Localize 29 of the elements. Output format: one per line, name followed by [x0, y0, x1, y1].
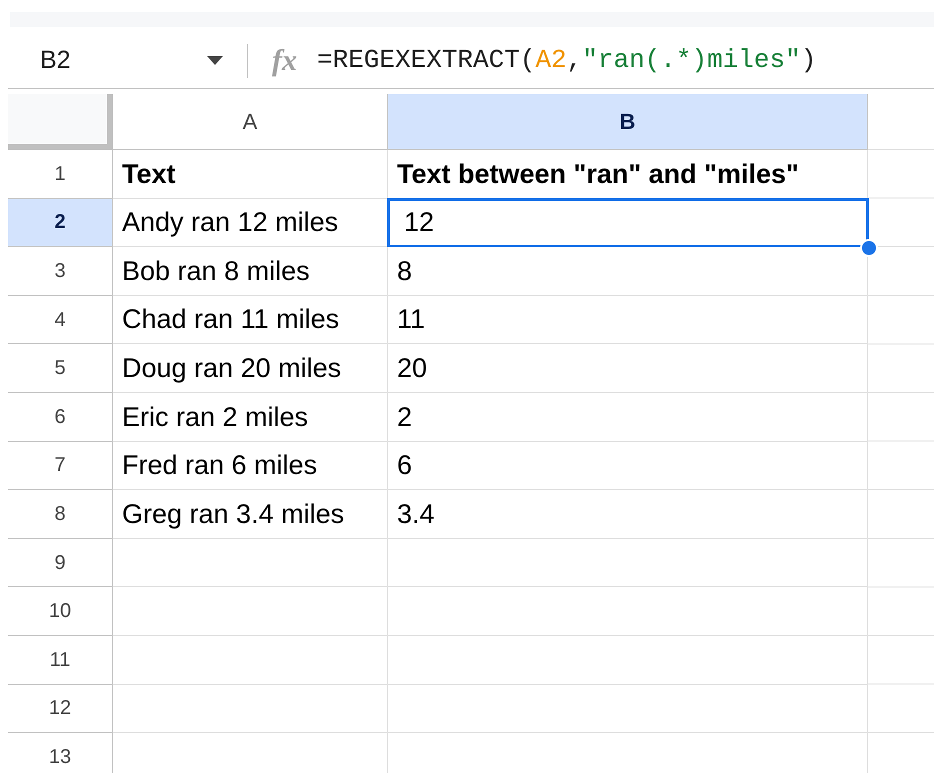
column-header[interactable]: B	[388, 94, 868, 150]
row-header[interactable]: 3	[8, 247, 113, 296]
table-cell[interactable]: 6	[388, 442, 868, 490]
row-header[interactable]: 5	[8, 344, 113, 393]
dropdown-caret-icon[interactable]	[207, 56, 223, 65]
row-header[interactable]: 9	[8, 538, 113, 588]
table-cell[interactable]: Andy ran 12 miles	[113, 198, 388, 248]
row-header[interactable]: 8	[8, 490, 113, 539]
column-header[interactable]: A	[113, 94, 388, 150]
table-cell[interactable]: Text	[113, 150, 388, 199]
table-cell[interactable]: 2	[388, 392, 868, 442]
row-header[interactable]: 2	[8, 198, 113, 248]
table-cell[interactable]: Chad ran 11 miles	[113, 296, 388, 344]
row-header[interactable]: 4	[8, 296, 113, 344]
name-box[interactable]: B2	[8, 42, 178, 80]
row-header[interactable]: 10	[8, 587, 113, 636]
table-cell[interactable]: Text between "ran" and "miles"	[388, 150, 868, 199]
formula-input[interactable]: =REGEXEXTRACT(A2,"ran(.*)miles")	[317, 41, 816, 80]
select-all-corner[interactable]	[8, 94, 113, 150]
table-cell[interactable]: 12	[388, 198, 868, 248]
table-cell[interactable]: 11	[388, 296, 868, 344]
row-header[interactable]: 6	[8, 392, 113, 442]
row-header[interactable]: 7	[8, 442, 113, 490]
row-header[interactable]: 1	[8, 150, 113, 199]
function-label: fx	[272, 46, 297, 76]
table-cell[interactable]: Fred ran 6 miles	[113, 442, 388, 490]
row-header[interactable]: 12	[8, 684, 113, 734]
table-cell[interactable]: Eric ran 2 miles	[113, 392, 388, 442]
row-header[interactable]: 11	[8, 636, 113, 685]
